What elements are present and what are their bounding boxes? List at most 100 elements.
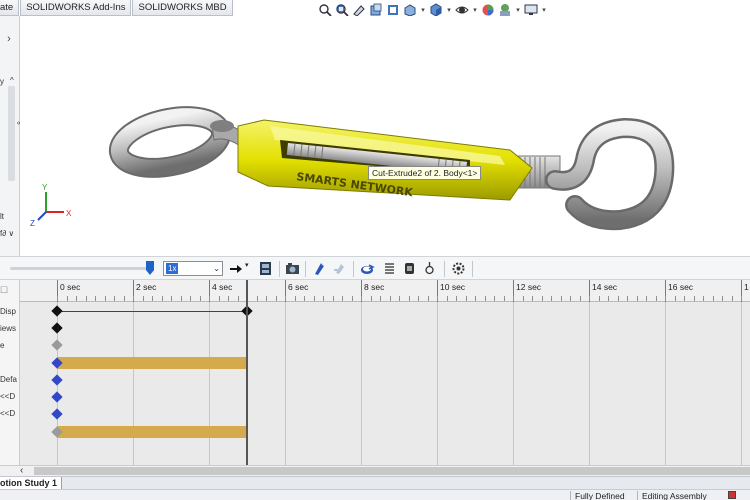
tree-row-label[interactable]: Disp (0, 307, 20, 316)
selection-tooltip: Cut-Extrude2 of 2. Body<1> (368, 166, 482, 180)
chevron-down-icon[interactable]: ▾ (515, 6, 521, 14)
tab-solidworks-mbd[interactable]: SOLIDWORKS MBD (132, 0, 233, 16)
chevron-down-icon[interactable]: ▾ (541, 6, 547, 14)
contact-icon[interactable] (402, 261, 417, 276)
minor-tick (228, 296, 229, 301)
tree-row-label[interactable]: <<D (0, 392, 20, 401)
minor-tick (143, 296, 144, 301)
motion-manager-toolbar: 1x ⌄ ▾ (0, 256, 750, 280)
minor-tick (333, 296, 334, 301)
minor-tick (599, 296, 600, 301)
spring-icon[interactable] (382, 261, 397, 276)
key-point[interactable] (51, 305, 63, 317)
playback-mode-icon[interactable] (228, 261, 243, 276)
add-key-icon[interactable] (332, 261, 347, 276)
minor-tick (732, 296, 733, 301)
minor-tick (428, 296, 429, 301)
gravity-icon[interactable] (422, 261, 437, 276)
tree-row-label[interactable]: e (0, 341, 20, 350)
ribbon-tabstrip: ate SOLIDWORKS Add-Ins SOLIDWORKS MBD (0, 0, 320, 16)
playback-speed-slider[interactable] (10, 267, 150, 270)
minor-tick (418, 296, 419, 301)
study-tab-strip: otion Study 1 (0, 476, 750, 490)
minor-tick (722, 296, 723, 301)
minor-tick (551, 296, 552, 301)
time-bar[interactable] (246, 280, 248, 465)
tree-row-label[interactable]: Defa (0, 375, 20, 384)
key-point[interactable] (51, 322, 63, 334)
key-point[interactable] (51, 408, 63, 420)
save-animation-icon[interactable] (258, 261, 273, 276)
tick-label: 16 sec (668, 282, 694, 292)
minor-tick (409, 296, 410, 301)
edit-appearance-icon[interactable] (481, 3, 495, 17)
feature-manager-panel: › y ^ ∞ lt f∂ ∨ (0, 16, 22, 256)
section-view-icon[interactable] (369, 3, 383, 17)
minor-tick (76, 296, 77, 301)
expand-panel-button[interactable]: › (2, 32, 16, 46)
view-orientation-icon[interactable] (403, 3, 417, 17)
minor-tick (295, 296, 296, 301)
playback-speed-select[interactable]: 1x ⌄ (163, 261, 223, 276)
panel-scrollbar[interactable] (8, 86, 15, 181)
zoom-to-fit-icon[interactable] (318, 3, 332, 17)
tick-label: 12 sec (516, 282, 542, 292)
key-point[interactable] (51, 391, 63, 403)
chevron-down-icon[interactable]: ▾ (446, 6, 452, 14)
hide-show-items-icon[interactable] (455, 3, 469, 17)
graphics-area[interactable]: SMARTS NETWORK Y X Z Cut-Extrude2 of 2. … (20, 16, 750, 256)
motor-icon[interactable] (360, 261, 375, 276)
minor-tick (542, 296, 543, 301)
triad-z-label: Z (30, 219, 35, 228)
animation-wizard-icon[interactable] (285, 261, 300, 276)
component-motion-bar[interactable] (57, 357, 247, 369)
minor-tick (390, 296, 391, 301)
turnbuckle-model[interactable]: SMARTS NETWORK Y X Z (20, 16, 750, 256)
view-settings-icon[interactable] (524, 3, 538, 17)
slider-thumb[interactable] (146, 261, 154, 275)
tree-row-label[interactable]: iews (0, 324, 20, 333)
timeline-scrollbar[interactable]: ‹ (0, 465, 750, 476)
minor-tick (380, 296, 381, 301)
apply-scene-icon[interactable] (498, 3, 512, 17)
minor-tick (181, 296, 182, 301)
minor-tick (314, 296, 315, 301)
tree-row-label[interactable]: <<D (0, 409, 20, 418)
minor-tick (741, 296, 742, 301)
time-ruler[interactable]: 0 sec 2 sec 4 sec 6 sec 8 sec 10 sec 12 … (20, 280, 750, 302)
scrollbar-thumb[interactable] (34, 467, 750, 475)
minor-tick (190, 296, 191, 301)
motion-timeline[interactable]: ☐ Disp iews e Defa <<D <<D 0 sec 2 sec 4… (0, 280, 750, 465)
triad-x-label: X (66, 209, 72, 218)
dynamic-annotation-icon[interactable] (386, 3, 400, 17)
tab-solidworks-add-ins[interactable]: SOLIDWORKS Add-Ins (20, 0, 132, 16)
minor-tick (257, 296, 258, 301)
minor-tick (361, 296, 362, 301)
display-style-icon[interactable] (429, 3, 443, 17)
panel-fragment: f∂ ∨ (0, 229, 15, 238)
minor-tick (475, 296, 476, 301)
chevron-down-icon[interactable]: ▾ (245, 261, 253, 276)
minor-tick (665, 296, 666, 301)
chevron-down-icon[interactable]: ▾ (472, 6, 478, 14)
tab-evaluate[interactable]: ate (0, 0, 20, 16)
autokey-icon[interactable] (312, 261, 327, 276)
minor-tick (494, 296, 495, 301)
minor-tick (352, 296, 353, 301)
chevron-down-icon[interactable]: ▾ (420, 6, 426, 14)
zoom-to-area-icon[interactable] (335, 3, 349, 17)
rebuild-icon[interactable] (728, 491, 736, 499)
minor-tick (266, 296, 267, 301)
minor-tick (532, 296, 533, 301)
scroll-left-icon[interactable]: ‹ (20, 465, 23, 476)
minor-tick (637, 296, 638, 301)
component-motion-bar[interactable] (57, 426, 247, 438)
previous-view-icon[interactable] (352, 3, 366, 17)
minor-tick (466, 296, 467, 301)
key-point[interactable] (51, 339, 63, 351)
minor-tick (238, 296, 239, 301)
study-properties-icon[interactable] (451, 261, 466, 276)
key-point[interactable] (51, 374, 63, 386)
minor-tick (561, 296, 562, 301)
minor-tick (114, 296, 115, 301)
